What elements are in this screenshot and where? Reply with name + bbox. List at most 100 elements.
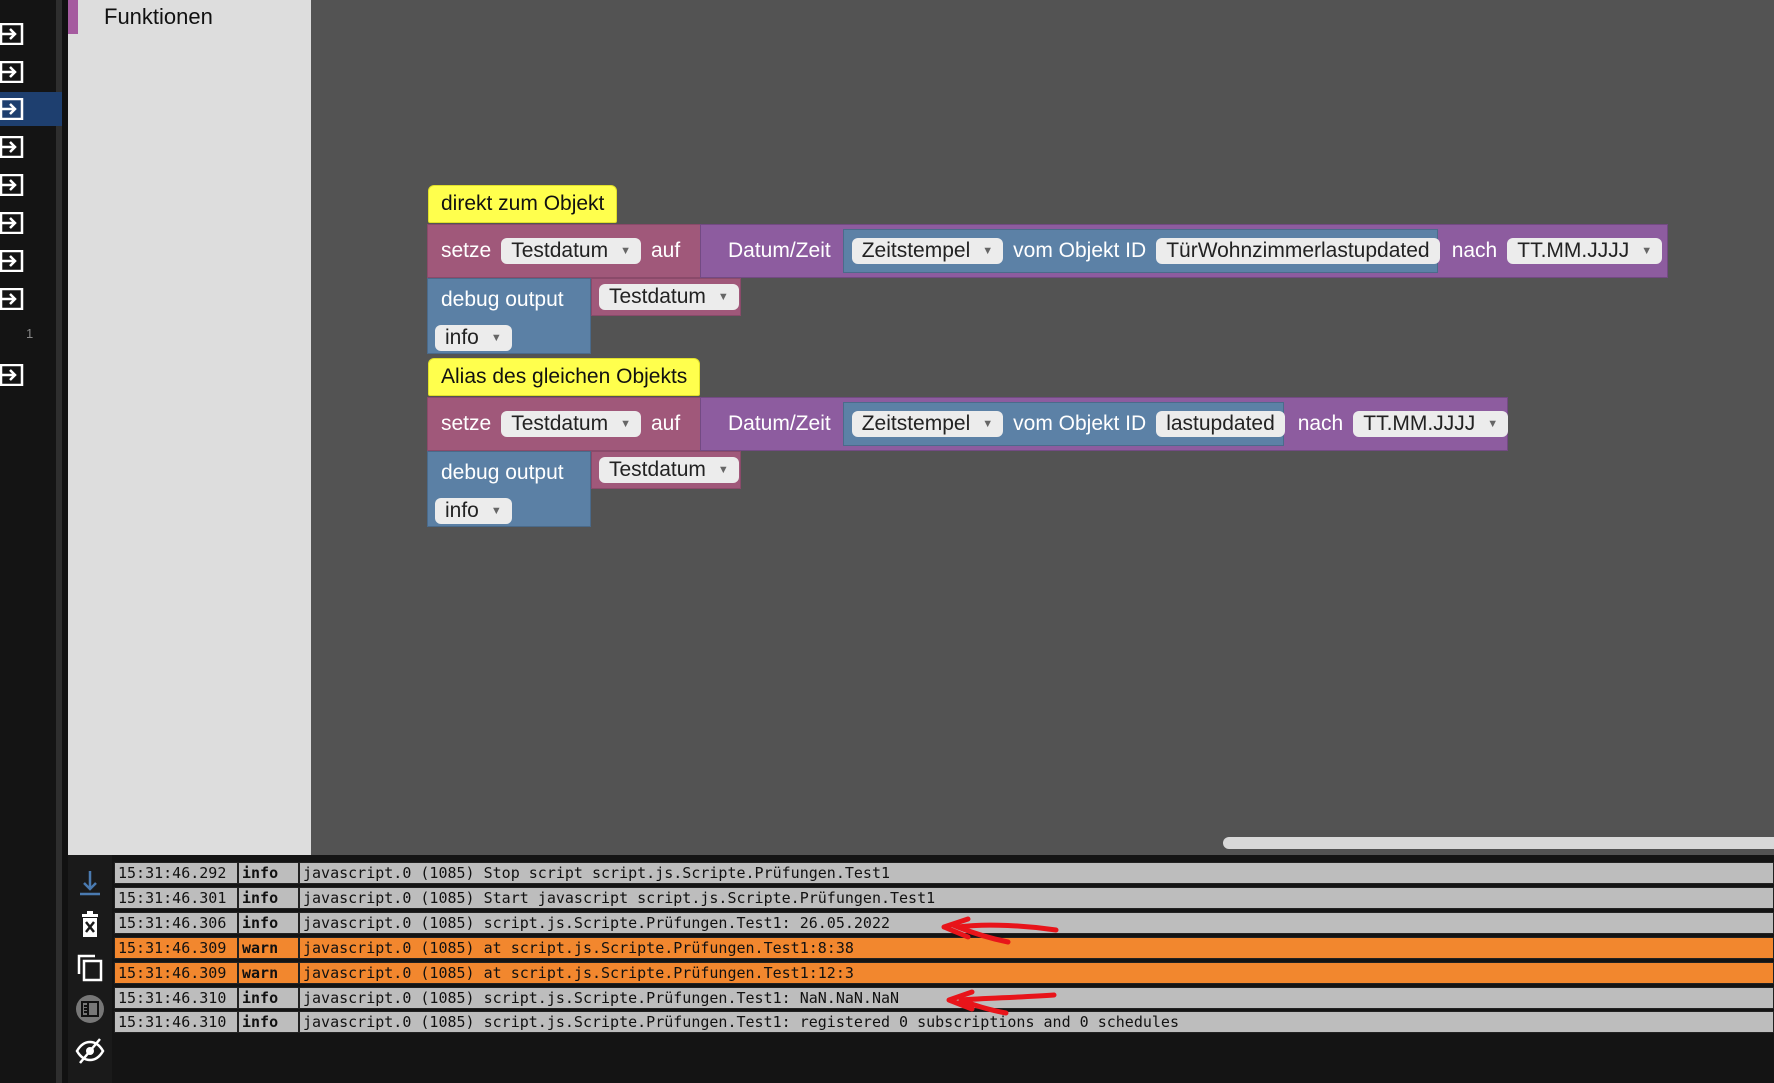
variable-name: Testdatum — [511, 412, 609, 435]
datum-zeit-block[interactable]: Datum/Zeit Zeitstempel ▼ vom Objekt ID la… — [700, 397, 1509, 451]
setze-block[interactable]: setze Testdatum ▼ auf — [427, 224, 713, 278]
comment-block[interactable]: direkt zum Objekt — [428, 185, 618, 223]
log-message: javascript.0 (1085) Start javascript scr… — [299, 887, 1774, 909]
variable-get-block[interactable]: Testdatum ▼ — [591, 278, 741, 316]
chevron-down-icon: ▼ — [620, 418, 631, 430]
toolbox-category-funktionen[interactable]: Funktionen — [68, 0, 311, 34]
format-value: TT.MM.JJJJ — [1363, 412, 1476, 435]
log-level: info — [238, 887, 299, 909]
log-message: javascript.0 (1085) Stop script script.j… — [299, 862, 1774, 884]
nach-label: nach — [1297, 412, 1344, 435]
zeitstempel-block[interactable]: Zeitstempel ▼ vom Objekt ID TürWohnzimmer… — [842, 229, 1440, 273]
clear-log-button[interactable] — [74, 909, 106, 941]
copy-log-button[interactable] — [74, 951, 106, 983]
setze-block[interactable]: setze Testdatum ▼ auf — [427, 397, 713, 451]
import-icon — [0, 23, 24, 45]
debug-variable-dropdown[interactable]: Testdatum ▼ — [599, 284, 739, 310]
datum-zeit-label: Datum/Zeit — [728, 239, 831, 262]
zeitstempel-dropdown[interactable]: Zeitstempel ▼ — [851, 238, 1004, 264]
import-icon — [0, 136, 24, 158]
level-value: info — [445, 326, 479, 349]
log-time: 15:31:46.306 — [114, 912, 238, 934]
import-icon — [0, 61, 24, 83]
variable-get-block[interactable]: Testdatum ▼ — [591, 451, 741, 489]
chevron-down-icon: ▼ — [717, 291, 729, 303]
log-level: warn — [238, 937, 299, 959]
chevron-down-icon: ▼ — [620, 245, 631, 257]
chevron-down-icon: ▼ — [1641, 245, 1653, 257]
log-level: info — [238, 862, 299, 884]
rail-import-button-9[interactable] — [0, 358, 62, 392]
nach-label: nach — [1451, 239, 1498, 262]
chevron-down-icon: ▼ — [717, 464, 729, 476]
debug-output-block[interactable]: debug output info ▼ — [427, 278, 591, 354]
arrow-down-icon — [75, 868, 105, 898]
object-id-field[interactable]: TürWohnzimmerlastupdated — [1156, 238, 1440, 264]
log-table: 15:31:46.292 info javascript.0 (1085) St… — [112, 855, 1774, 1083]
rail-import-button-2[interactable] — [0, 55, 62, 89]
log-time: 15:31:46.309 — [114, 937, 238, 959]
datum-zeit-label: Datum/Zeit — [728, 412, 831, 435]
level-dropdown[interactable]: info ▼ — [435, 325, 512, 351]
format-dropdown[interactable]: TT.MM.JJJJ ▼ — [1353, 411, 1509, 437]
vom-objekt-label: vom Objekt ID — [1013, 239, 1147, 262]
chevron-down-icon: ▼ — [982, 245, 994, 257]
comment-block[interactable]: Alias des gleichen Objekts — [428, 358, 701, 396]
level-dropdown[interactable]: info ▼ — [435, 498, 512, 524]
rail-import-button-8[interactable] — [0, 282, 62, 316]
rail-import-button-7[interactable] — [0, 244, 62, 278]
zeitstempel-value: Zeitstempel — [861, 239, 971, 262]
left-rail: 1 — [0, 0, 62, 1083]
variable-name: Testdatum — [511, 239, 609, 262]
log-message: javascript.0 (1085) at script.js.Scripte… — [299, 962, 1774, 984]
zeitstempel-value: Zeitstempel — [861, 412, 971, 435]
format-value: TT.MM.JJJJ — [1517, 239, 1630, 262]
rail-import-button-6[interactable] — [0, 206, 62, 240]
trash-icon — [75, 910, 105, 940]
log-row-warn[interactable]: 15:31:46.309 warn javascript.0 (1085) at… — [114, 962, 1774, 984]
datum-zeit-block[interactable]: Datum/Zeit Zeitstempel ▼ vom Objekt ID Tü… — [700, 224, 1668, 278]
sidebar-toggle-icon — [75, 994, 105, 1024]
level-value: info — [445, 499, 479, 522]
rail-import-button-5[interactable] — [0, 168, 62, 202]
blockly-workspace[interactable]: direkt zum Objekt setze Testdatum ▼ auf D… — [311, 0, 1774, 855]
horizontal-scrollbar[interactable] — [1223, 837, 1774, 849]
rail-import-button-4[interactable] — [0, 130, 62, 164]
object-id-field[interactable]: lastupdated — [1156, 411, 1285, 437]
toolbox-category-label: Funktionen — [104, 4, 213, 29]
toggle-layout-button[interactable] — [74, 993, 106, 1025]
debug-output-block[interactable]: debug output info ▼ — [427, 451, 591, 527]
auf-label: auf — [650, 239, 681, 262]
log-time: 15:31:46.292 — [114, 862, 238, 884]
chevron-down-icon: ▼ — [982, 418, 994, 430]
eye-off-icon — [75, 1036, 105, 1066]
chevron-down-icon: ▼ — [490, 332, 502, 344]
scroll-to-bottom-button[interactable] — [74, 867, 106, 899]
debug-variable-value: Testdatum — [609, 458, 706, 481]
variable-dropdown[interactable]: Testdatum ▼ — [501, 411, 641, 437]
chevron-down-icon: ▼ — [1487, 418, 1499, 430]
rail-import-button-3[interactable] — [0, 92, 62, 126]
red-arrow-annotation-icon — [941, 916, 1059, 945]
copy-icon — [75, 952, 105, 982]
variable-dropdown[interactable]: Testdatum ▼ — [501, 238, 641, 264]
import-icon — [0, 212, 24, 234]
format-dropdown[interactable]: TT.MM.JJJJ ▼ — [1507, 238, 1663, 264]
log-row[interactable]: 15:31:46.301 info javascript.0 (1085) St… — [114, 887, 1774, 909]
debug-output-label: debug output — [441, 461, 564, 484]
hide-log-button[interactable] — [74, 1035, 106, 1067]
setze-label: setze — [441, 412, 492, 435]
log-time: 15:31:46.309 — [114, 962, 238, 984]
zeitstempel-dropdown[interactable]: Zeitstempel ▼ — [851, 411, 1004, 437]
rail-import-button-1[interactable] — [0, 17, 62, 51]
import-icon — [0, 174, 24, 196]
import-icon — [0, 98, 24, 120]
log-time: 15:31:46.310 — [114, 987, 238, 1009]
red-arrow-annotation-icon — [946, 989, 1057, 1016]
import-icon — [0, 250, 24, 272]
log-time: 15:31:46.301 — [114, 887, 238, 909]
log-level: info — [238, 1011, 299, 1033]
log-row[interactable]: 15:31:46.292 info javascript.0 (1085) St… — [114, 862, 1774, 884]
debug-variable-dropdown[interactable]: Testdatum ▼ — [599, 457, 739, 483]
zeitstempel-block[interactable]: Zeitstempel ▼ vom Objekt ID lastupdated — [842, 402, 1285, 446]
